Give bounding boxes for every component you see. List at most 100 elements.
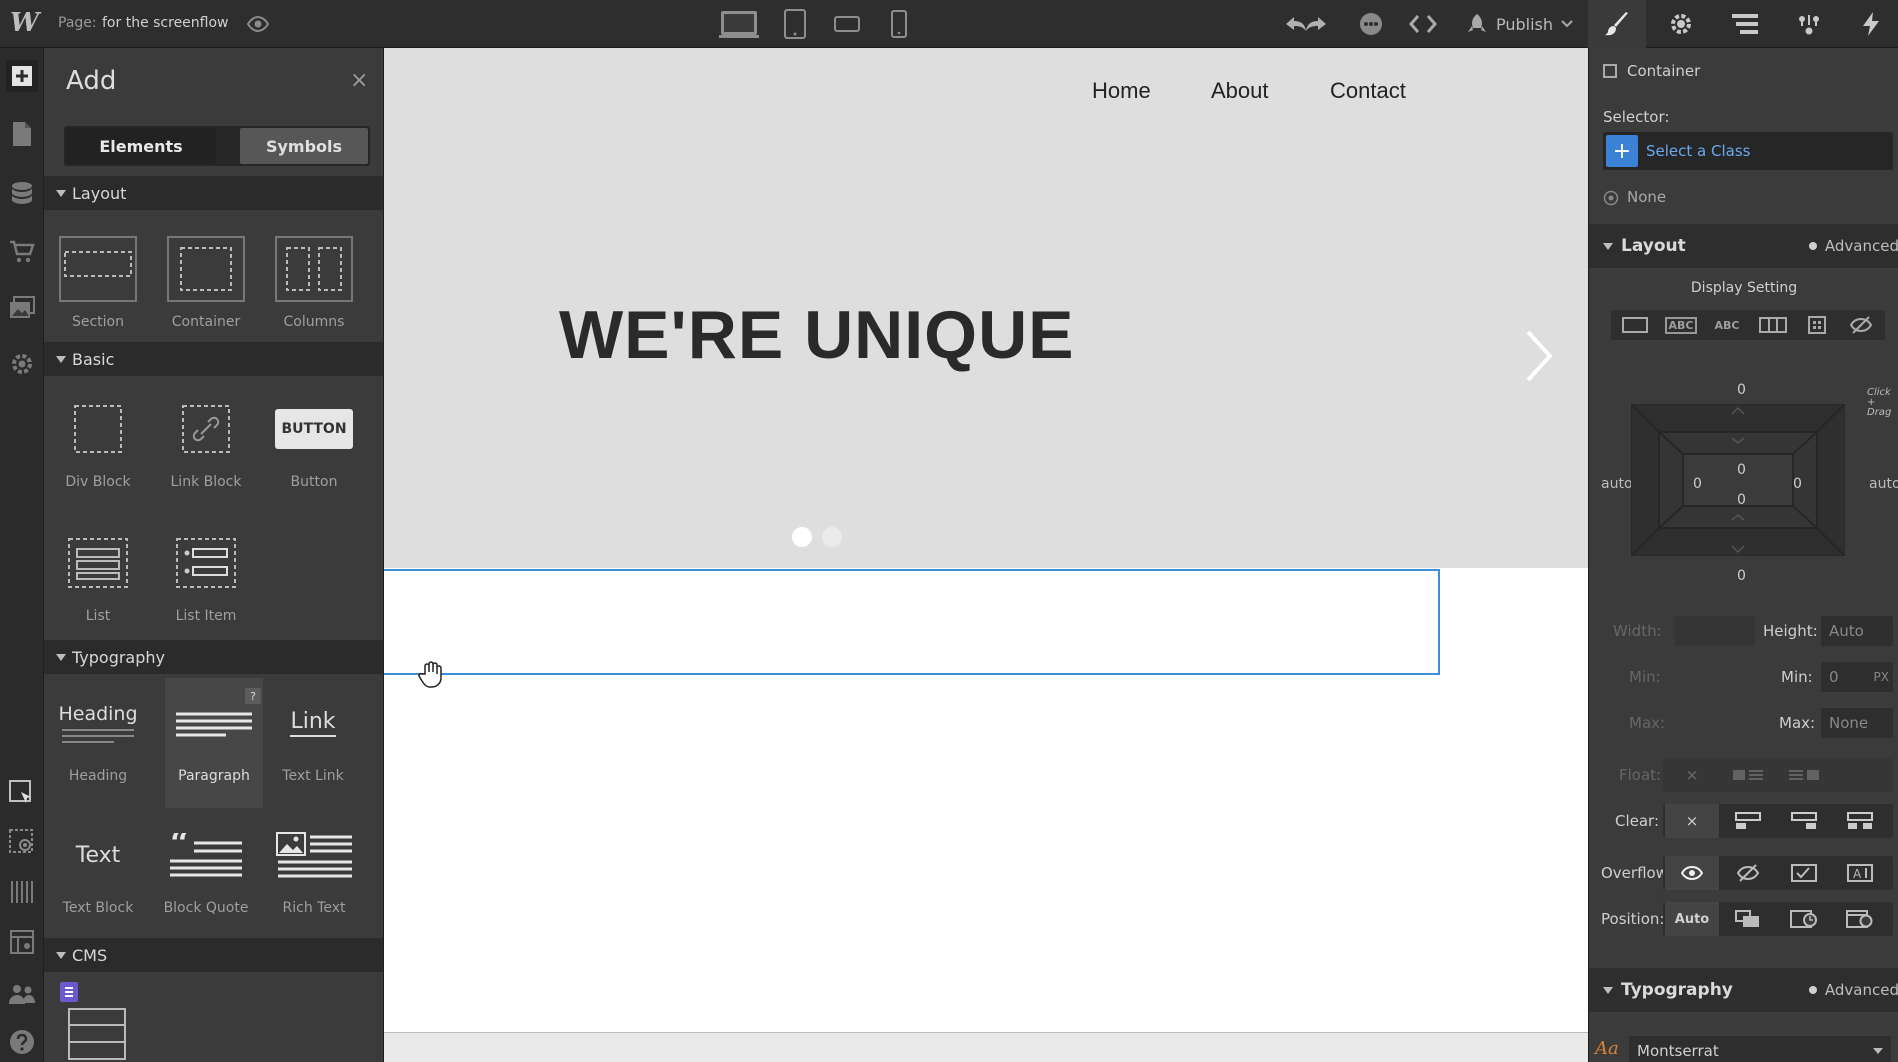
display-none-eye-icon[interactable]	[1839, 310, 1883, 340]
position-relative-icon[interactable]	[1721, 902, 1775, 936]
style-panel-tab[interactable]	[1588, 0, 1646, 48]
display-grid-button[interactable]	[1795, 310, 1839, 340]
comments-icon[interactable]	[1354, 8, 1388, 40]
category-typography[interactable]: Typography	[44, 640, 384, 674]
add-panel-icon[interactable]	[6, 60, 38, 92]
overflow-visible-eye-icon[interactable]	[1665, 856, 1719, 890]
element-columns[interactable]: Columns	[260, 224, 368, 354]
selected-container-outline[interactable]	[384, 569, 1440, 675]
overflow-auto-icon[interactable]: A	[1833, 856, 1887, 890]
add-class-plus-icon[interactable]: +	[1606, 135, 1638, 167]
preview-mode-icon[interactable]	[6, 826, 38, 858]
mobile-landscape-view-icon[interactable]	[832, 6, 862, 42]
font-family-select[interactable]: Montserrat	[1629, 1036, 1891, 1062]
margin-top-value[interactable]: 0	[1737, 382, 1746, 398]
position-auto-button[interactable]: Auto	[1665, 902, 1719, 936]
position-absolute-icon[interactable]	[1777, 902, 1831, 936]
max-height-field[interactable]: None	[1821, 708, 1893, 738]
category-basic[interactable]: Basic	[44, 342, 384, 376]
typography-section-header[interactable]: Typography Advanced	[1589, 968, 1898, 1012]
cms-database-icon[interactable]	[6, 178, 38, 210]
element-rich-text[interactable]: Rich Text	[260, 810, 368, 940]
hero-headline[interactable]: WE'RE UNIQUE	[559, 296, 1075, 374]
margin-right-value[interactable]: auto	[1869, 476, 1898, 492]
mobile-portrait-view-icon[interactable]	[884, 6, 914, 42]
tablet-view-icon[interactable]	[780, 6, 810, 42]
code-export-icon[interactable]	[1406, 8, 1440, 40]
undo-redo-icon[interactable]	[1278, 8, 1334, 40]
min-height-field[interactable]: 0PX	[1821, 662, 1893, 692]
element-paragraph[interactable]: ? Paragraph	[165, 678, 263, 808]
element-container[interactable]: Container	[152, 224, 260, 354]
interactions-panel-tab[interactable]	[1780, 0, 1838, 48]
element-heading[interactable]: Heading Heading	[44, 678, 152, 808]
advanced-toggle[interactable]: Advanced	[1809, 237, 1898, 255]
category-layout[interactable]: Layout	[44, 176, 384, 210]
clear-none-button[interactable]: ×	[1665, 804, 1719, 838]
publish-button[interactable]: Publish	[1466, 10, 1573, 38]
design-canvas[interactable]: Home About Contact WE'RE UNIQUE	[384, 48, 1588, 1062]
webflow-logo[interactable]: W	[10, 9, 38, 37]
layout-section-header[interactable]: Layout Advanced	[1589, 224, 1898, 268]
help-icon[interactable]	[6, 1026, 38, 1058]
nav-link-contact[interactable]: Contact	[1330, 78, 1406, 104]
ecommerce-cart-icon[interactable]	[6, 236, 38, 268]
element-block-quote[interactable]: “ Block Quote	[152, 810, 260, 940]
assets-icon[interactable]	[6, 292, 38, 324]
grid-guides-icon[interactable]	[6, 876, 38, 908]
collaborators-icon[interactable]	[6, 978, 38, 1010]
display-inline-block-button[interactable]: ABC	[1659, 310, 1703, 340]
float-none-button[interactable]: ×	[1665, 758, 1719, 792]
padding-top-value[interactable]: 0	[1737, 462, 1746, 478]
element-list[interactable]: List	[44, 518, 152, 648]
margin-bottom-value[interactable]: 0	[1737, 568, 1746, 584]
slider-dot[interactable]	[822, 527, 842, 547]
state-value[interactable]: None	[1627, 188, 1666, 206]
tab-symbols[interactable]: Symbols	[240, 128, 368, 164]
float-left-icon[interactable]	[1721, 758, 1775, 792]
width-field[interactable]	[1675, 616, 1755, 646]
element-text-block[interactable]: Text Text Block	[44, 810, 152, 940]
lightning-panel-tab[interactable]	[1844, 0, 1898, 48]
display-flex-button[interactable]	[1751, 310, 1795, 340]
element-link-block[interactable]: Link Block	[152, 384, 260, 514]
nav-link-about[interactable]: About	[1211, 78, 1269, 104]
nav-link-home[interactable]: Home	[1092, 78, 1151, 104]
position-fixed-icon[interactable]	[1833, 902, 1887, 936]
clear-right-icon[interactable]	[1777, 804, 1831, 838]
desktop-view-icon[interactable]	[718, 6, 760, 42]
navigator-panel-tab[interactable]	[1716, 0, 1774, 48]
close-icon[interactable]: ×	[350, 70, 368, 92]
clear-left-icon[interactable]	[1721, 804, 1775, 838]
slider-next-arrow-icon[interactable]	[1524, 328, 1554, 384]
select-class-field[interactable]: + Select a Class	[1603, 132, 1893, 170]
display-inline-button[interactable]: ABC	[1705, 310, 1749, 340]
layout-panel-icon[interactable]	[6, 926, 38, 958]
overflow-scroll-icon[interactable]	[1777, 856, 1831, 890]
display-block-button[interactable]	[1613, 310, 1657, 340]
pages-icon[interactable]	[6, 118, 38, 150]
padding-bottom-value[interactable]: 0	[1737, 492, 1746, 508]
element-text-link[interactable]: Link Text Link	[263, 678, 363, 808]
page-name[interactable]: for the screenflow	[102, 15, 229, 31]
hero-slider[interactable]: Home About Contact WE'RE UNIQUE	[384, 48, 1588, 568]
advanced-toggle[interactable]: Advanced	[1809, 981, 1898, 999]
tab-elements[interactable]: Elements	[66, 128, 216, 164]
box-model-editor[interactable]	[1631, 404, 1845, 556]
element-list-item[interactable]: List Item	[152, 518, 260, 648]
slider-dot[interactable]	[792, 527, 812, 547]
overflow-hidden-icon[interactable]	[1721, 856, 1775, 890]
preview-eye-icon[interactable]	[246, 12, 270, 36]
element-section[interactable]: Section	[44, 224, 152, 354]
element-button[interactable]: BUTTON Button	[260, 384, 368, 514]
site-settings-gear-icon[interactable]	[6, 348, 38, 380]
element-div-block[interactable]: Div Block	[44, 384, 152, 514]
margin-left-value[interactable]: auto	[1601, 476, 1633, 492]
category-cms[interactable]: CMS	[44, 938, 384, 972]
float-right-icon[interactable]	[1777, 758, 1831, 792]
clear-both-icon[interactable]	[1833, 804, 1887, 838]
settings-panel-tab[interactable]	[1652, 0, 1710, 48]
height-field[interactable]: Auto	[1821, 616, 1893, 646]
element-collection-list[interactable]	[44, 978, 152, 1062]
select-element-icon[interactable]	[6, 778, 38, 810]
